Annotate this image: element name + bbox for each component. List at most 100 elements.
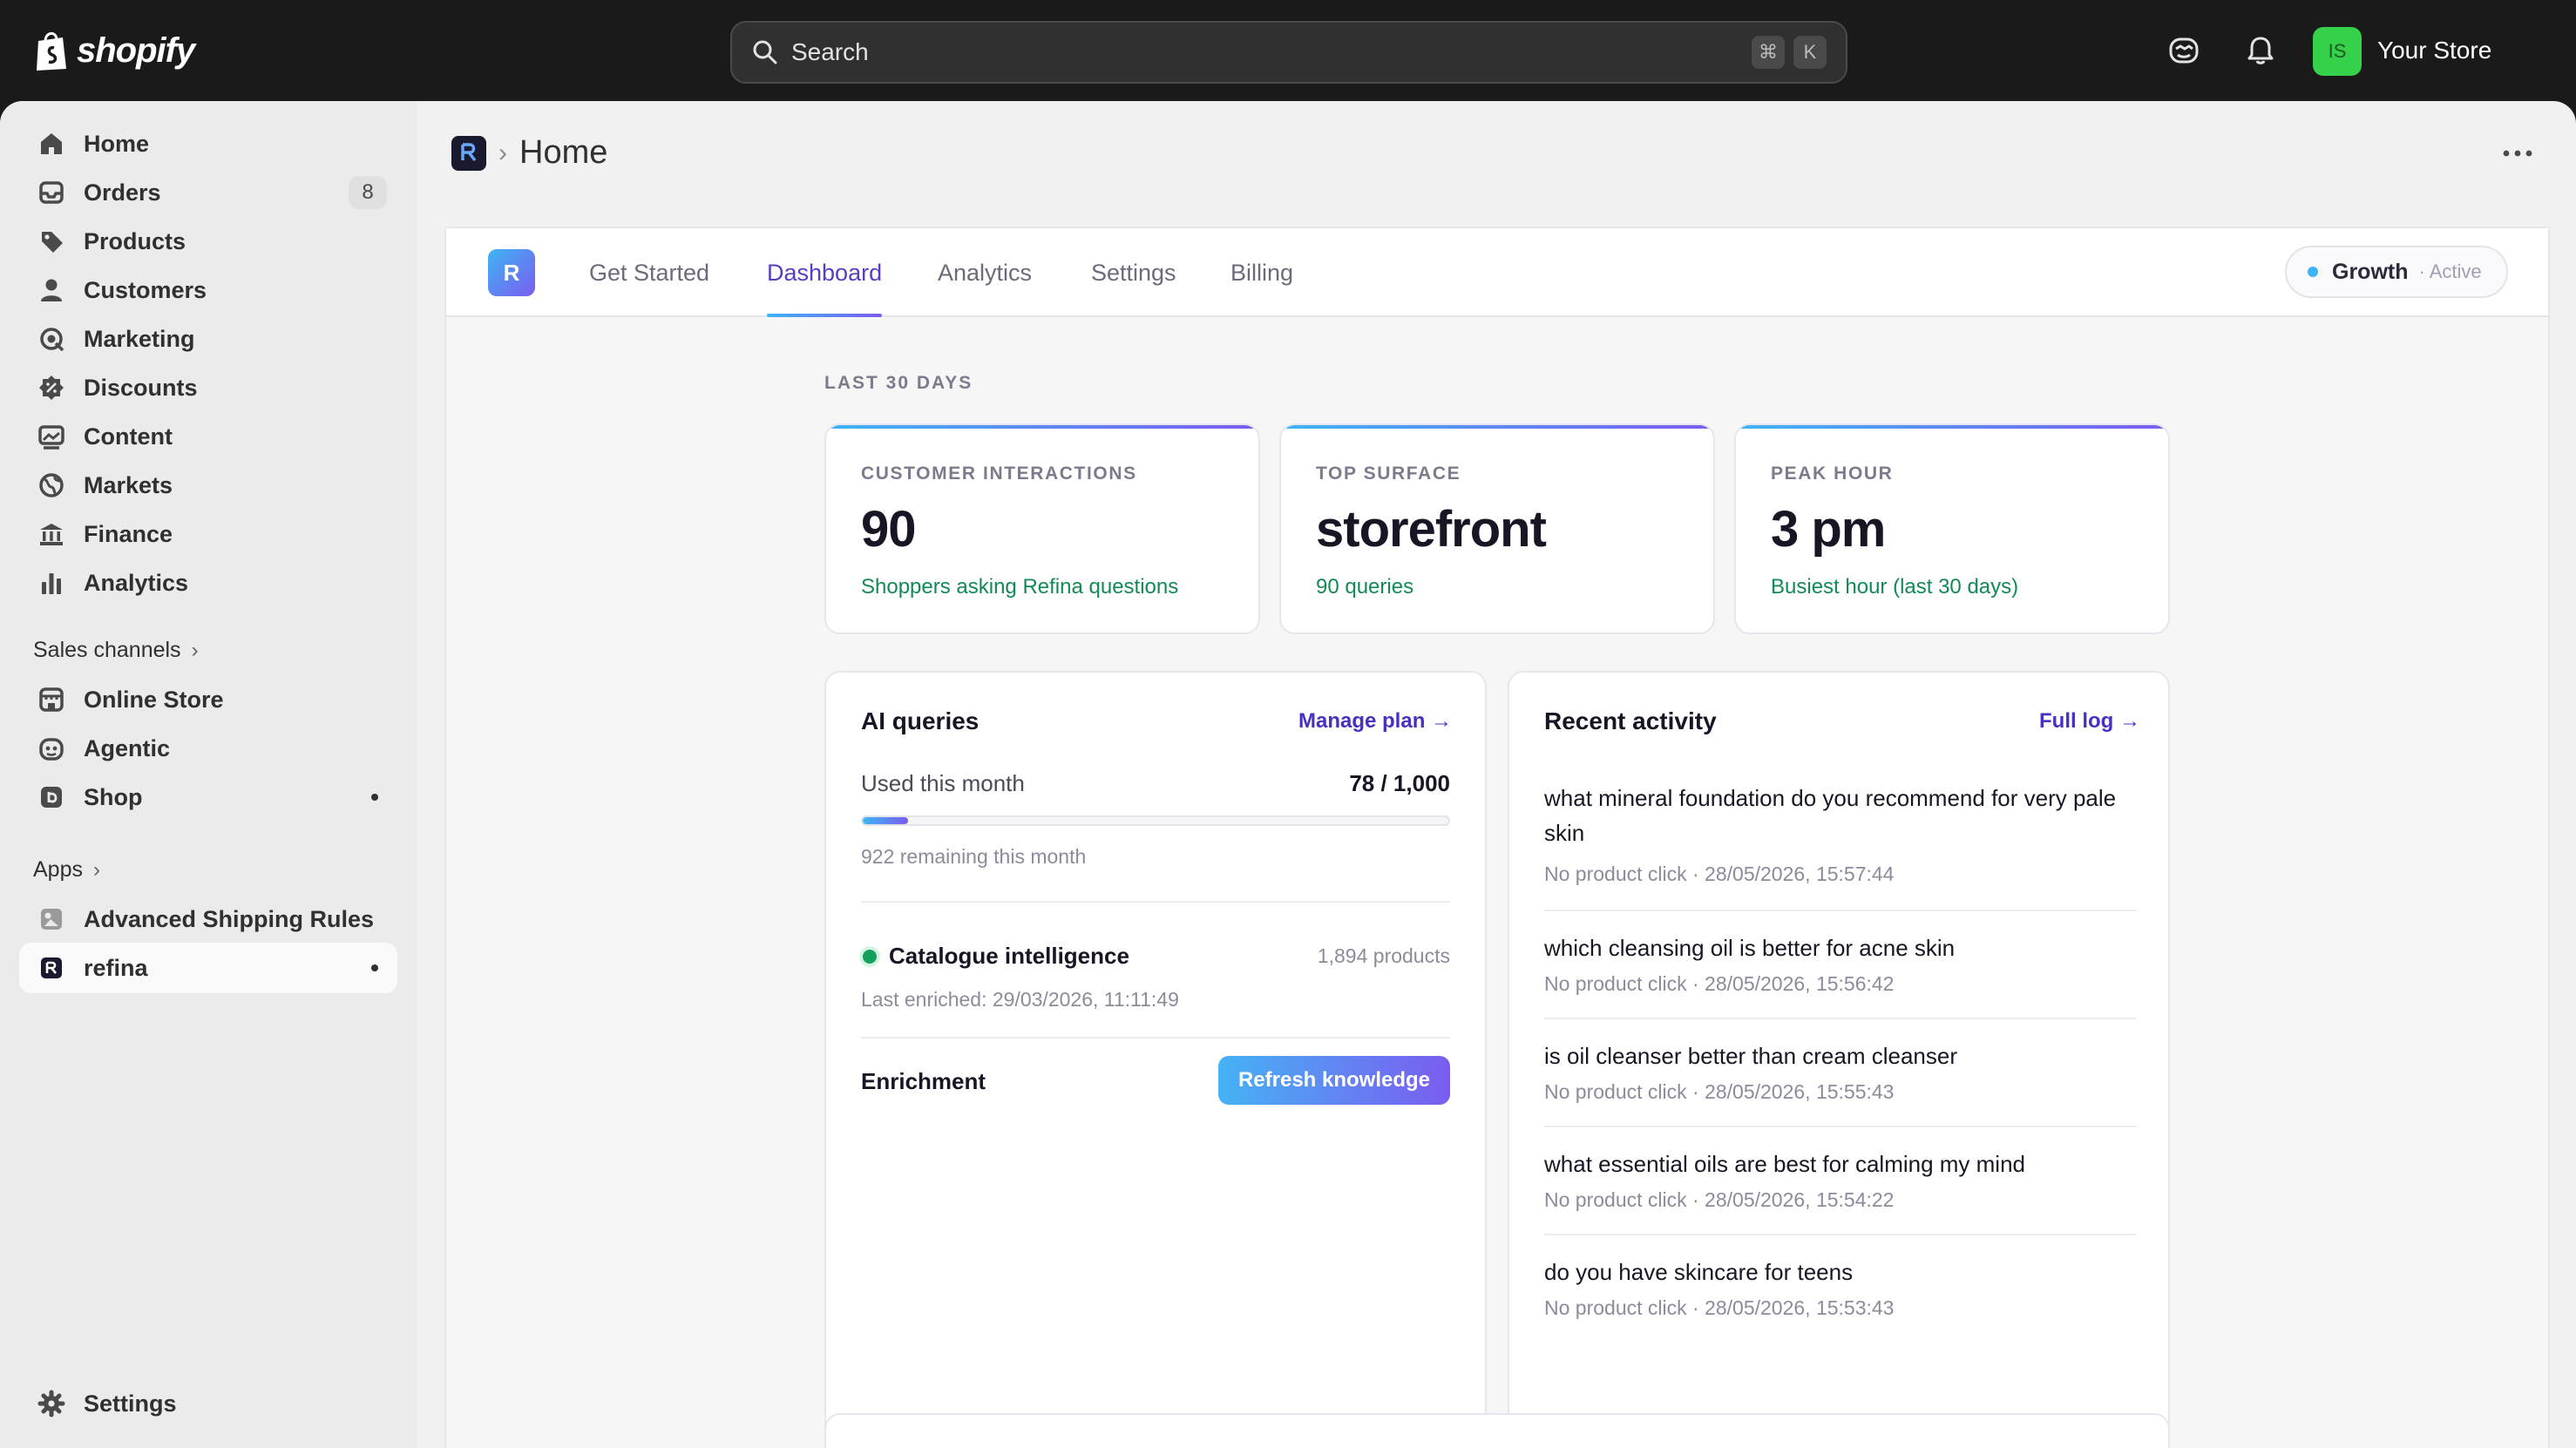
sidebar-item-label: Discounts (84, 374, 198, 401)
sidebar-item-shop[interactable]: Shop (19, 772, 397, 822)
search-placeholder: Search (791, 38, 869, 65)
store-icon (39, 687, 64, 712)
search-bar[interactable]: Search ⌘ K (730, 21, 1847, 84)
usage-label: Used this month (861, 770, 1025, 796)
sidebar-item-label: Marketing (84, 325, 195, 352)
pinned-dot (371, 964, 378, 971)
sidebar-item-settings[interactable]: Settings (19, 1378, 397, 1429)
sidebar: Home Orders 8 Products Customers Marketi… (0, 101, 417, 1448)
sales-channels-heading[interactable]: Sales channels › (33, 638, 199, 663)
gear-icon (37, 1390, 65, 1418)
chevron-right-icon: › (92, 857, 100, 882)
activity-meta: No product click · 28/05/2026, 15:57:44 (1544, 863, 1895, 885)
activity-query: do you have skincare for teens (1544, 1259, 1854, 1285)
divider (861, 1037, 1450, 1039)
bell-icon[interactable] (2243, 33, 2278, 68)
tab-settings[interactable]: Settings (1091, 228, 1176, 317)
activity-query: what mineral foundation do you recommend… (1544, 785, 2117, 846)
plan-status: · Active (2418, 261, 2482, 282)
breadcrumb-separator: › (498, 138, 507, 167)
store-avatar[interactable]: IS (2313, 27, 2362, 76)
ai-queries-card: AI queries Manage plan → Used this month… (824, 671, 1487, 1448)
sidebar-item-customers[interactable]: Customers (19, 265, 397, 315)
app-logo: R (488, 249, 535, 296)
more-horizontal-icon[interactable] (2501, 148, 2534, 159)
stat-subtext: Shoppers asking Refina questions (861, 575, 1179, 599)
recent-activity-card: Recent activity Full log → what mineral … (1508, 671, 2170, 1448)
sidebar-item-label: Shop (84, 783, 143, 810)
section-heading-label: Apps (33, 857, 83, 882)
sidebar-item-label: Settings (84, 1390, 177, 1417)
refina-logo-icon (461, 142, 477, 161)
usage-value: 78 / 1,000 (1349, 770, 1450, 796)
page-title: Home (519, 134, 608, 171)
orders-count-badge: 8 (349, 176, 387, 209)
sidebar-item-refina[interactable]: refina (19, 943, 397, 993)
target-icon (40, 328, 64, 352)
sidebar-item-label: Products (84, 227, 186, 254)
stat-subtext: Busiest hour (last 30 days) (1771, 575, 2019, 599)
sidebar-item-home[interactable]: Home (19, 118, 397, 169)
stat-subtext: 90 queries (1316, 575, 1414, 599)
manage-plan-link[interactable]: Manage plan → (1298, 709, 1452, 734)
remaining-queries: 922 remaining this month (861, 845, 1087, 868)
shopify-logo[interactable]: shopify (33, 26, 195, 75)
tab-billing[interactable]: Billing (1230, 228, 1293, 317)
embedded-app: R Get Started Dashboard Analytics Settin… (444, 227, 2550, 1448)
catalogue-product-count: 1,894 products (1317, 944, 1450, 967)
plan-status-badge[interactable]: Growth · Active (2285, 246, 2508, 298)
refresh-knowledge-button[interactable]: Refresh knowledge (1218, 1056, 1450, 1105)
sidebar-item-orders[interactable]: Orders 8 (19, 167, 397, 218)
sidebar-item-agentic[interactable]: Agentic (19, 723, 397, 774)
stat-value: 90 (861, 501, 917, 558)
sidebar-item-finance[interactable]: Finance (19, 509, 397, 559)
sidebar-item-products[interactable]: Products (19, 216, 397, 267)
activity-query: what essential oils are best for calming… (1544, 1151, 2026, 1177)
sidebar-item-online-store[interactable]: Online Store (19, 674, 397, 725)
sidebar-item-marketing[interactable]: Marketing (19, 314, 397, 364)
divider (1544, 1018, 2137, 1019)
store-name[interactable]: Your Store (2377, 37, 2491, 64)
sidebar-item-advanced-shipping-rules[interactable]: Advanced Shipping Rules (19, 894, 397, 944)
activity-meta: No product click · 28/05/2026, 15:54:22 (1544, 1188, 1895, 1211)
divider (1544, 1126, 2137, 1127)
activity-meta: No product click · 28/05/2026, 15:53:43 (1544, 1296, 1895, 1319)
sidebar-item-discounts[interactable]: Discounts (19, 362, 397, 413)
sidebar-item-label: Home (84, 130, 150, 157)
next-section-card (824, 1413, 2170, 1448)
full-log-link[interactable]: Full log → (2039, 709, 2140, 734)
stat-card-peak-hour: PEAK HOUR 3 pm Busiest hour (last 30 day… (1734, 423, 2170, 634)
inbox-icon (39, 181, 64, 204)
stat-card-interactions: CUSTOMER INTERACTIONS 90 Shoppers asking… (824, 423, 1260, 634)
shopify-bag-icon (37, 32, 66, 71)
person-icon (41, 279, 62, 301)
sidebar-item-label: Advanced Shipping Rules (84, 905, 375, 932)
sidebar-item-analytics[interactable]: Analytics (19, 558, 397, 608)
tab-get-started[interactable]: Get Started (589, 228, 709, 317)
last-enriched: Last enriched: 29/03/2026, 11:11:49 (861, 988, 1179, 1011)
stat-card-top-surface: TOP SURFACE storefront 90 queries (1279, 423, 1715, 634)
pinned-dot (371, 794, 378, 801)
breadcrumb: › Home (451, 134, 607, 172)
refina-icon (41, 957, 62, 978)
sidebar-item-label: Customers (84, 276, 207, 303)
stat-value: 3 pm (1771, 501, 1886, 558)
tab-analytics[interactable]: Analytics (938, 228, 1032, 317)
tab-dashboard[interactable]: Dashboard (767, 228, 883, 317)
sidebar-item-label: Finance (84, 520, 173, 547)
sidebar-item-markets[interactable]: Markets (19, 460, 397, 511)
stat-label: CUSTOMER INTERACTIONS (861, 463, 1137, 484)
catalogue-label: Catalogue intelligence (889, 943, 1129, 969)
divider (1544, 1234, 2137, 1235)
stat-value: storefront (1316, 501, 1547, 558)
brand-name: shopify (77, 30, 195, 70)
activity-meta: No product click · 28/05/2026, 15:56:42 (1544, 972, 1895, 995)
catalogue-status-dot (863, 950, 877, 964)
apps-heading[interactable]: Apps › (33, 857, 100, 883)
sidebar-item-content[interactable]: Content (19, 411, 397, 462)
sidekick-icon[interactable] (2166, 33, 2201, 68)
sidebar-item-label: Markets (84, 471, 173, 498)
card-title: AI queries (861, 707, 980, 734)
chevron-right-icon: › (191, 638, 199, 662)
refina-app-icon[interactable] (451, 135, 486, 171)
